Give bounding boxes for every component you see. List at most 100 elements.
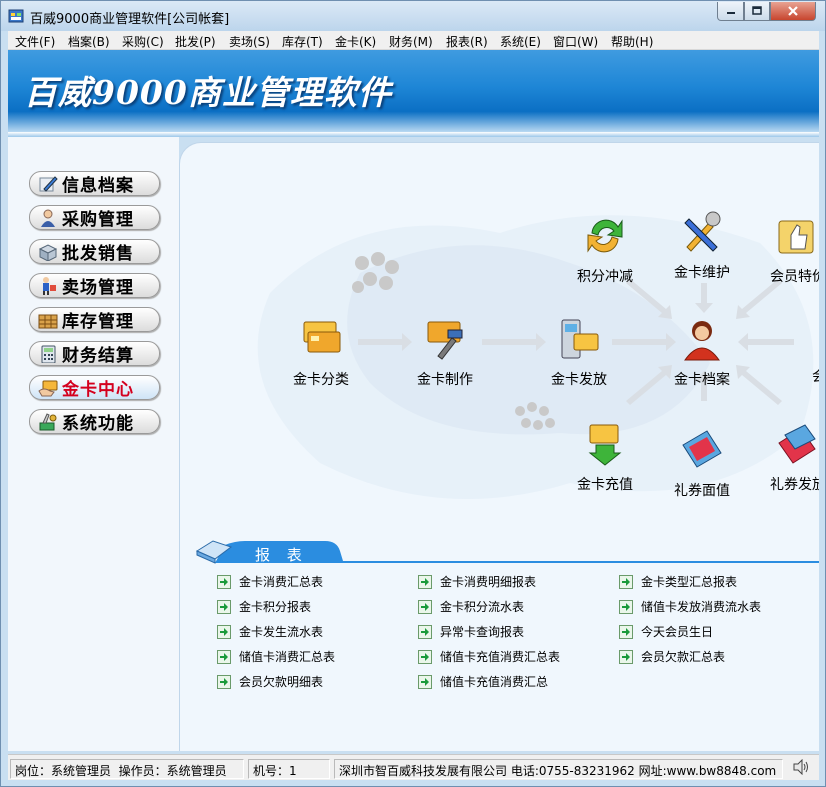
report-link[interactable]: 金卡积分流水表 [418, 598, 524, 615]
person-icon [41, 209, 55, 227]
menu-goldcard[interactable]: 金卡(K) [335, 33, 376, 50]
flow-voucher-issue[interactable]: 礼券发放 [758, 421, 819, 494]
flow-gold-card-maintain[interactable]: 金卡维护 [662, 209, 742, 282]
voucher-stack-icon [778, 424, 816, 464]
minimize-icon [726, 12, 735, 14]
maximize-button[interactable] [744, 2, 770, 21]
status-bar: 岗位：系统管理员 操作员：系统管理员 机号：1 深圳市智百威科技发展有限公司 电… [8, 754, 819, 780]
nav-label: 库存管理 [62, 312, 134, 332]
flow-label: 金卡制作 [417, 372, 473, 388]
report-link[interactable]: 储值卡充值消费汇总表 [418, 648, 560, 665]
close-button[interactable] [770, 2, 816, 21]
nav-store[interactable]: 卖场管理 [29, 273, 160, 298]
nav-label: 批发销售 [62, 244, 134, 264]
report-link[interactable]: 储值卡发放消费流水表 [619, 598, 761, 615]
menu-archive[interactable]: 档案(B) [68, 33, 110, 50]
report-link[interactable]: 今天会员生日 [619, 623, 713, 640]
report-link-label: 储值卡充值消费汇总 [440, 675, 549, 689]
flow-gold-card-type[interactable]: 金卡分类 [281, 316, 361, 389]
menu-help[interactable]: 帮助(H) [611, 33, 653, 50]
status-role: 岗位：系统管理员 [15, 764, 112, 778]
card-machine-icon [561, 319, 599, 359]
app-icon [8, 9, 24, 23]
flow-label: 礼券面值 [674, 483, 730, 499]
maximize-icon [752, 6, 762, 15]
voucher-icon [682, 430, 722, 468]
report-link[interactable]: 金卡消费明细报表 [418, 573, 536, 590]
banner-title: 百威9000商业管理软件 [24, 73, 392, 112]
nav-info-archive[interactable]: 信息档案 [29, 171, 160, 196]
nav-inventory[interactable]: 库存管理 [29, 307, 160, 332]
green-arrow-icon [619, 574, 633, 589]
green-arrow-icon [418, 674, 432, 689]
report-link[interactable]: 金卡积分报表 [217, 598, 311, 615]
menu-store[interactable]: 卖场(S) [229, 33, 270, 50]
flow-member-special-price[interactable]: 会员特价 [758, 213, 819, 286]
report-link-label: 异常卡查询报表 [440, 625, 525, 639]
speaker-icon[interactable] [792, 759, 810, 775]
close-icon [788, 6, 798, 16]
pen-icon [39, 175, 58, 192]
report-link-label: 金卡消费汇总表 [239, 575, 324, 589]
app-window: 百威9000商业管理软件[公司帐套] 文件(F) 档案(B) 采购(C) 批发(… [0, 0, 826, 787]
flow-voucher-value[interactable]: 礼券面值 [662, 427, 742, 500]
green-arrow-icon [217, 649, 231, 664]
nav-label: 采购管理 [62, 210, 134, 230]
flow-member-partial[interactable]: 会员 [786, 316, 819, 386]
status-company: 深圳市智百威科技发展有限公司 电话:0755-83231962 网址:www.b… [334, 759, 783, 779]
nav-finance[interactable]: 财务结算 [29, 341, 160, 366]
tools-icon [39, 412, 57, 430]
report-link[interactable]: 储值卡充值消费汇总 [418, 673, 548, 690]
sidebar: 信息档案 采购管理 批发销售 卖场管理 库存管理 财务结算 金卡中心 系统功能 [8, 137, 179, 751]
report-link[interactable]: 会员欠款汇总表 [619, 648, 725, 665]
report-link[interactable]: 金卡消费汇总表 [217, 573, 323, 590]
menu-system[interactable]: 系统(E) [500, 33, 541, 50]
menu-reports[interactable]: 报表(R) [446, 33, 488, 50]
report-link-label: 会员欠款明细表 [239, 675, 324, 689]
nav-label: 信息档案 [62, 176, 134, 196]
box-icon [38, 243, 58, 261]
goldcard-center-panel: 金卡分类 金卡制作 金卡发放 金卡档案 积分冲减 金卡维护 会员特价 会员 [179, 142, 819, 751]
flow-points-offset[interactable]: 积分冲减 [565, 213, 645, 286]
flow-gold-card-archive[interactable]: 金卡档案 [662, 316, 742, 389]
menu-file[interactable]: 文件(F) [15, 33, 55, 50]
report-link-label: 储值卡发放消费流水表 [641, 600, 762, 614]
flow-label: 金卡分类 [293, 372, 349, 388]
report-link[interactable]: 储值卡消费汇总表 [217, 648, 335, 665]
report-link[interactable]: 异常卡查询报表 [418, 623, 524, 640]
menu-bar: 文件(F) 档案(B) 采购(C) 批发(P) 卖场(S) 库存(T) 金卡(K… [8, 31, 819, 50]
minimize-button[interactable] [717, 2, 744, 21]
menu-finance[interactable]: 财务(M) [389, 33, 433, 50]
flow-label: 会员特价 [770, 269, 819, 285]
flow-label: 会员 [786, 366, 819, 386]
nav-system[interactable]: 系统功能 [29, 409, 160, 434]
user-profile-icon [684, 321, 720, 361]
menu-window[interactable]: 窗口(W) [553, 33, 598, 50]
flow-label: 金卡维护 [674, 265, 730, 281]
menu-inventory[interactable]: 库存(T) [282, 33, 323, 50]
green-arrow-icon [619, 599, 633, 614]
flow-gold-card-recharge[interactable]: 金卡充值 [565, 421, 645, 494]
report-link[interactable]: 会员欠款明细表 [217, 673, 323, 690]
nav-wholesale[interactable]: 批发销售 [29, 239, 160, 264]
green-arrow-icon [217, 574, 231, 589]
nav-goldcard-center[interactable]: 金卡中心 [29, 375, 160, 400]
green-arrow-icon [418, 574, 432, 589]
flow-gold-card-make[interactable]: 金卡制作 [405, 316, 485, 389]
green-arrow-icon [217, 624, 231, 639]
title-bar[interactable]: 百威9000商业管理软件[公司帐套] [1, 1, 825, 31]
thumbs-up-folder-icon [778, 220, 814, 254]
status-machine: 机号：1 [248, 759, 330, 779]
flow-gold-card-issue[interactable]: 金卡发放 [539, 316, 619, 389]
report-link[interactable]: 金卡发生流水表 [217, 623, 323, 640]
nav-purchase[interactable]: 采购管理 [29, 205, 160, 230]
green-arrow-icon [418, 649, 432, 664]
card-stack-icon [303, 321, 341, 353]
report-link-label: 储值卡充值消费汇总表 [440, 650, 561, 664]
flow-label: 金卡充值 [577, 477, 633, 493]
green-arrow-icon [217, 674, 231, 689]
menu-purchase[interactable]: 采购(C) [122, 33, 164, 50]
menu-wholesale[interactable]: 批发(P) [175, 33, 216, 50]
report-link[interactable]: 金卡类型汇总报表 [619, 573, 737, 590]
reports-header: 报 表 [195, 540, 819, 566]
